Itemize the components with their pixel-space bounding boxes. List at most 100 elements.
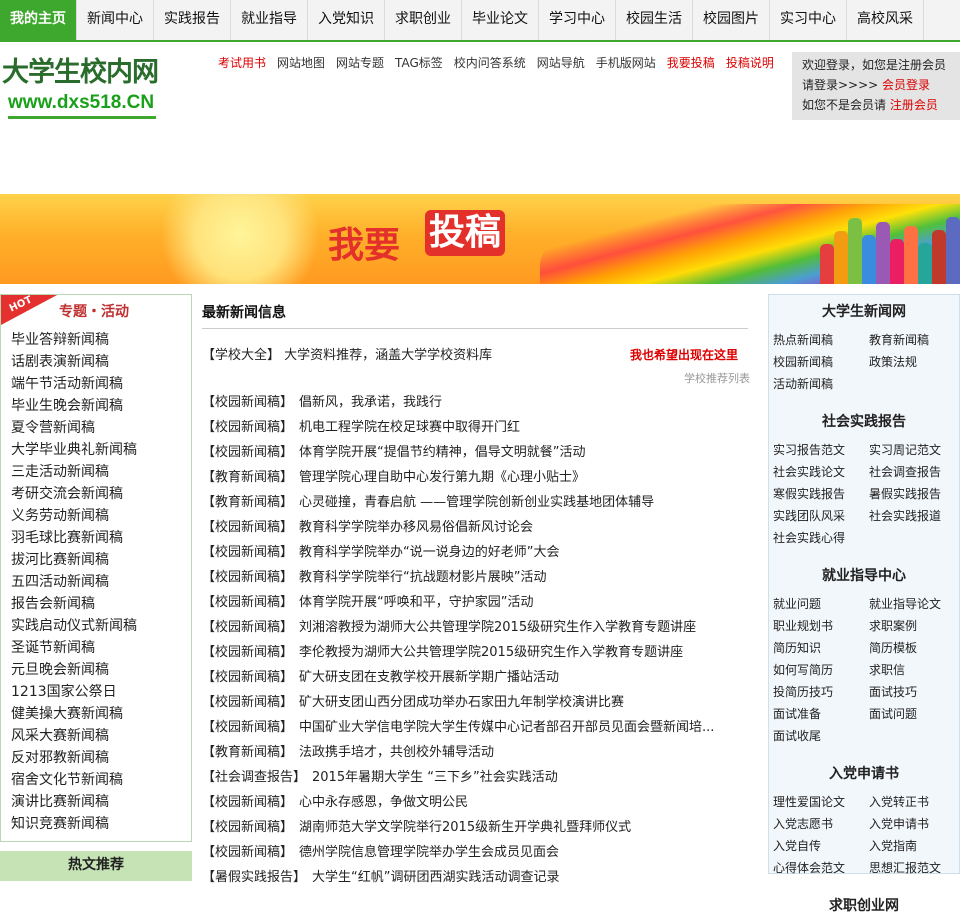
topic-link[interactable]: 毕业答辩新闻稿 [11,329,137,351]
news-title[interactable]: 刘湘溶教授为湖师大公共管理学院2015级研究生作入学教育专题讲座 [299,620,696,635]
submit-banner[interactable]: 我要 投稿 [0,194,960,284]
topic-link[interactable]: 圣诞节新闻稿 [11,637,137,659]
news-category[interactable]: 【校园新闻稿】 [202,845,293,860]
news-category[interactable]: 【校园新闻稿】 [202,520,293,535]
featured-item[interactable]: 【学校大全】 大学资料推荐，涵盖大学学校资料库 [202,344,492,363]
news-category[interactable]: 【社会调查报告】 [202,770,306,785]
sidebar-link[interactable]: 面试问题 [869,703,960,725]
sidebar-link[interactable]: 面试准备 [773,703,869,725]
sidebar-section-title[interactable]: 社会实践报告 [769,411,959,433]
news-item[interactable]: 【校园新闻稿】 体育学院开展“呼唤和平，守护家园”活动 [202,590,758,615]
news-category[interactable]: 【校园新闻稿】 [202,820,293,835]
sidebar-link[interactable]: 就业指导论文 [869,593,960,615]
news-title[interactable]: 教育科学学院举办移风易俗倡新风讨论会 [299,520,533,535]
header-link[interactable]: 网站专题 [336,54,384,71]
sidebar-link[interactable]: 入党指南 [869,835,960,857]
topic-link[interactable]: 1213国家公祭日 [11,681,137,703]
news-item[interactable]: 【校园新闻稿】 倡新风，我承诺，我践行 [202,390,758,415]
news-category[interactable]: 【校园新闻稿】 [202,670,293,685]
sidebar-section-title[interactable]: 求职创业网 [769,895,959,917]
sidebar-link[interactable]: 简历模板 [869,637,960,659]
news-title[interactable]: 法政携手培才，共创校外辅导活动 [299,745,494,760]
news-title[interactable]: 2015年暑期大学生 “三下乡”社会实践活动 [312,770,558,785]
sidebar-link[interactable]: 入党转正书 [869,791,960,813]
news-category[interactable]: 【校园新闻稿】 [202,395,293,410]
news-item[interactable]: 【校园新闻稿】 刘湘溶教授为湖师大公共管理学院2015级研究生作入学教育专题讲座 [202,615,758,640]
news-item[interactable]: 【校园新闻稿】 体育学院开展“提倡节约精神，倡导文明就餐”活动 [202,440,758,465]
news-item[interactable]: 【校园新闻稿】 矿大研支团在支教学校开展新学期广播站活动 [202,665,758,690]
sidebar-link[interactable]: 社会调查报告 [869,461,960,483]
sidebar-link[interactable]: 就业问题 [773,593,869,615]
sidebar-link[interactable]: 社会实践报道 [869,505,960,527]
sidebar-link[interactable]: 活动新闻稿 [773,373,869,395]
news-item[interactable]: 【暑假实践报告】 大学生“红帆”调研团西湖实践活动调查记录 [202,865,758,890]
news-title[interactable]: 心灵碰撞，青春启航 ——管理学院创新创业实践基地团体辅导 [299,495,654,510]
topic-link[interactable]: 毕业生晚会新闻稿 [11,395,137,417]
news-item[interactable]: 【校园新闻稿】 中国矿业大学信电学院大学生传媒中心记者部召开部员见面会暨新闻培..… [202,715,758,740]
news-category[interactable]: 【校园新闻稿】 [202,445,293,460]
member-login-link[interactable]: 会员登录 [882,78,930,92]
topic-link[interactable]: 话剧表演新闻稿 [11,351,137,373]
news-item[interactable]: 【教育新闻稿】 心灵碰撞，青春启航 ——管理学院创新创业实践基地团体辅导 [202,490,758,515]
ad-slot-link[interactable]: 我也希望出现在这里 [630,346,738,363]
news-title[interactable]: 机电工程学院在校足球赛中取得开门红 [299,420,520,435]
nav-item[interactable]: 新闻中心 [77,0,154,40]
sidebar-link[interactable]: 热点新闻稿 [773,329,869,351]
sidebar-link[interactable]: 暑假实践报告 [869,483,960,505]
news-title[interactable]: 中国矿业大学信电学院大学生传媒中心记者部召开部员见面会暨新闻培... [299,720,714,735]
topic-link[interactable]: 端午节活动新闻稿 [11,373,137,395]
topic-link[interactable]: 知识竞赛新闻稿 [11,813,137,835]
nav-item[interactable]: 就业指导 [231,0,308,40]
sidebar-link[interactable]: 面试收尾 [773,725,869,747]
news-title[interactable]: 心中永存感恩，争做文明公民 [299,795,468,810]
topic-link[interactable]: 报告会新闻稿 [11,593,137,615]
news-item[interactable]: 【校园新闻稿】 教育科学学院举行“抗战题材影片展映”活动 [202,565,758,590]
featured-text[interactable]: 大学资料推荐，涵盖大学学校资料库 [284,348,492,363]
news-title[interactable]: 倡新风，我承诺，我践行 [299,395,442,410]
news-category[interactable]: 【校园新闻稿】 [202,570,293,585]
news-item[interactable]: 【校园新闻稿】 教育科学学院举办移风易俗倡新风讨论会 [202,515,758,540]
news-title[interactable]: 管理学院心理自助中心发行第九期《心理小贴士》 [299,470,585,485]
topic-link[interactable]: 演讲比赛新闻稿 [11,791,137,813]
header-link[interactable]: 手机版网站 [596,54,656,71]
sidebar-link[interactable]: 校园新闻稿 [773,351,869,373]
sidebar-link[interactable]: 政策法规 [869,351,960,373]
topic-link[interactable]: 大学毕业典礼新闻稿 [11,439,137,461]
sidebar-link[interactable]: 投简历技巧 [773,681,869,703]
topic-link[interactable]: 宿舍文化节新闻稿 [11,769,137,791]
sidebar-link[interactable]: 心得体会范文 [773,857,869,879]
news-item[interactable]: 【社会调查报告】 2015年暑期大学生 “三下乡”社会实践活动 [202,765,758,790]
news-category[interactable]: 【校园新闻稿】 [202,795,293,810]
topic-link[interactable]: 元旦晚会新闻稿 [11,659,137,681]
featured-category[interactable]: 【学校大全】 [202,348,280,363]
school-rec-list-link[interactable]: 学校推荐列表 [684,370,750,386]
header-link[interactable]: 网站导航 [537,54,585,71]
nav-item[interactable]: 实践报告 [154,0,231,40]
topic-link[interactable]: 拔河比赛新闻稿 [11,549,137,571]
news-title[interactable]: 矿大研支团在支教学校开展新学期广播站活动 [299,670,559,685]
news-category[interactable]: 【校园新闻稿】 [202,695,293,710]
sidebar-link[interactable]: 思想汇报范文 [869,857,960,879]
sidebar-link[interactable]: 职业规划书 [773,615,869,637]
sidebar-link[interactable]: 入党自传 [773,835,869,857]
topic-link[interactable]: 夏令营新闻稿 [11,417,137,439]
topic-link[interactable]: 实践启动仪式新闻稿 [11,615,137,637]
sidebar-link[interactable]: 社会实践论文 [773,461,869,483]
header-link[interactable]: 网站地图 [277,54,325,71]
news-item[interactable]: 【校园新闻稿】 机电工程学院在校足球赛中取得开门红 [202,415,758,440]
news-item[interactable]: 【校园新闻稿】 李伦教授为湖师大公共管理学院2015级研究生作入学教育专题讲座 [202,640,758,665]
news-category[interactable]: 【校园新闻稿】 [202,545,293,560]
news-title[interactable]: 体育学院开展“提倡节约精神，倡导文明就餐”活动 [299,445,585,460]
topic-link[interactable]: 五四活动新闻稿 [11,571,137,593]
news-item[interactable]: 【教育新闻稿】 管理学院心理自助中心发行第九期《心理小贴士》 [202,465,758,490]
news-title[interactable]: 矿大研支团山西分团成功举办石家田九年制学校演讲比赛 [299,695,624,710]
topic-link[interactable]: 健美操大赛新闻稿 [11,703,137,725]
header-link[interactable]: TAG标签 [395,54,443,71]
sidebar-link[interactable]: 实习报告范文 [773,439,869,461]
header-link[interactable]: 投稿说明 [726,54,774,71]
register-link[interactable]: 注册会员 [890,98,938,112]
topic-link[interactable]: 羽毛球比赛新闻稿 [11,527,137,549]
news-title[interactable]: 李伦教授为湖师大公共管理学院2015级研究生作入学教育专题讲座 [299,645,683,660]
header-link[interactable]: 我要投稿 [667,54,715,71]
nav-item[interactable]: 学习中心 [539,0,616,40]
